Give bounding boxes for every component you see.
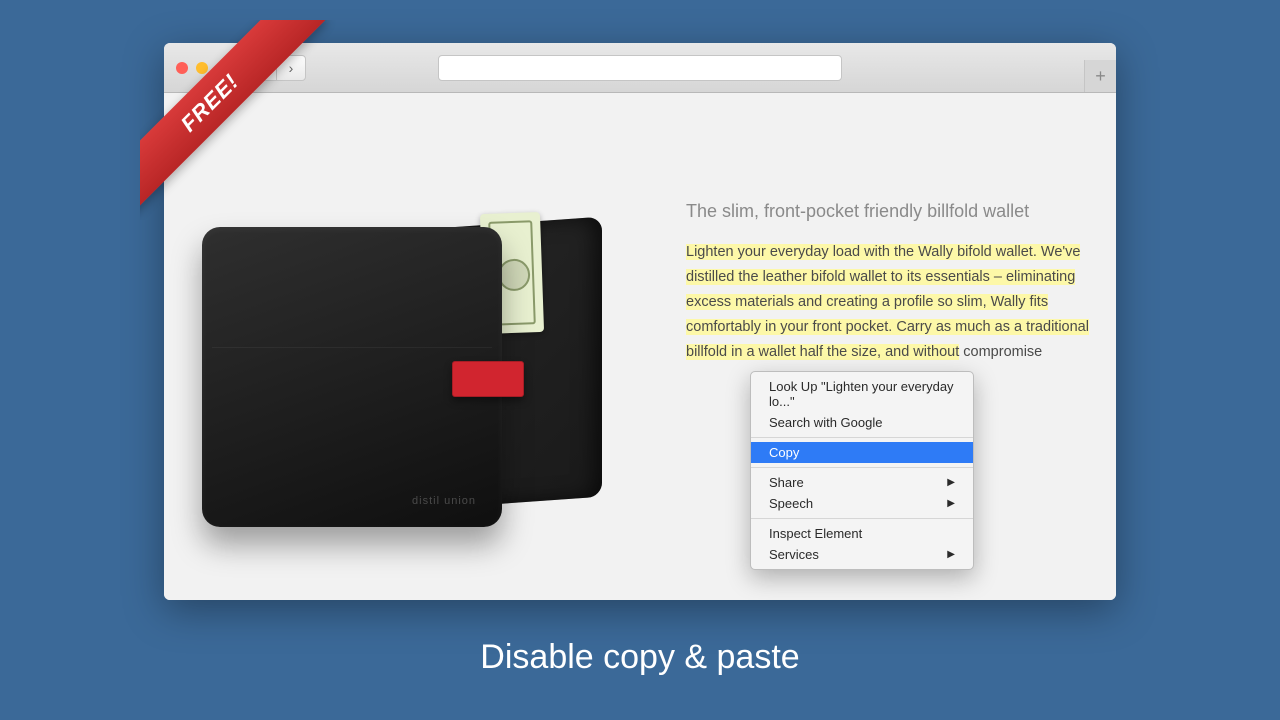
product-heading: The slim, front-pocket friendly billfold… xyxy=(686,201,1091,222)
browser-window: ‹ › + distil union The slim, front-pocke… xyxy=(164,43,1116,600)
menu-item-search[interactable]: Search with Google xyxy=(751,412,973,433)
menu-separator xyxy=(751,467,973,468)
minimize-window-icon[interactable] xyxy=(196,62,208,74)
menu-item-copy[interactable]: Copy xyxy=(751,442,973,463)
caption: Disable copy & paste xyxy=(0,638,1280,677)
plus-icon: + xyxy=(1095,66,1106,87)
product-text: The slim, front-pocket friendly billfold… xyxy=(686,201,1091,365)
product-description[interactable]: Lighten your everyday load with the Wall… xyxy=(686,240,1091,365)
chevron-left-icon: ‹ xyxy=(259,60,264,76)
maximize-window-icon[interactable] xyxy=(216,62,228,74)
menu-item-services[interactable]: Services▶ xyxy=(751,544,973,565)
context-menu: Look Up "Lighten your everyday lo..." Se… xyxy=(750,371,974,570)
nav-buttons: ‹ › xyxy=(246,55,306,81)
menu-item-inspect[interactable]: Inspect Element xyxy=(751,523,973,544)
menu-item-share[interactable]: Share▶ xyxy=(751,472,973,493)
wallet-pull-tab xyxy=(452,361,524,397)
menu-item-speech[interactable]: Speech▶ xyxy=(751,493,973,514)
menu-separator xyxy=(751,518,973,519)
forward-button[interactable]: › xyxy=(276,55,306,81)
menu-item-lookup[interactable]: Look Up "Lighten your everyday lo..." xyxy=(751,376,973,412)
browser-titlebar: ‹ › + xyxy=(164,43,1116,93)
product-image: distil union xyxy=(192,213,612,533)
submenu-arrow-icon: ▶ xyxy=(947,498,955,509)
description-tail: compromise xyxy=(963,344,1042,360)
new-tab-button[interactable]: + xyxy=(1084,60,1116,92)
menu-separator xyxy=(751,437,973,438)
submenu-arrow-icon: ▶ xyxy=(947,549,955,560)
page-content: distil union The slim, front-pocket frie… xyxy=(164,93,1116,600)
close-window-icon[interactable] xyxy=(176,62,188,74)
selected-text: Lighten your everyday load with the Wall… xyxy=(686,244,1089,360)
back-button[interactable]: ‹ xyxy=(246,55,276,81)
chevron-right-icon: › xyxy=(289,60,294,76)
window-controls xyxy=(176,62,228,74)
url-input[interactable] xyxy=(438,55,842,81)
submenu-arrow-icon: ▶ xyxy=(947,477,955,488)
brand-emboss: distil union xyxy=(412,495,476,507)
